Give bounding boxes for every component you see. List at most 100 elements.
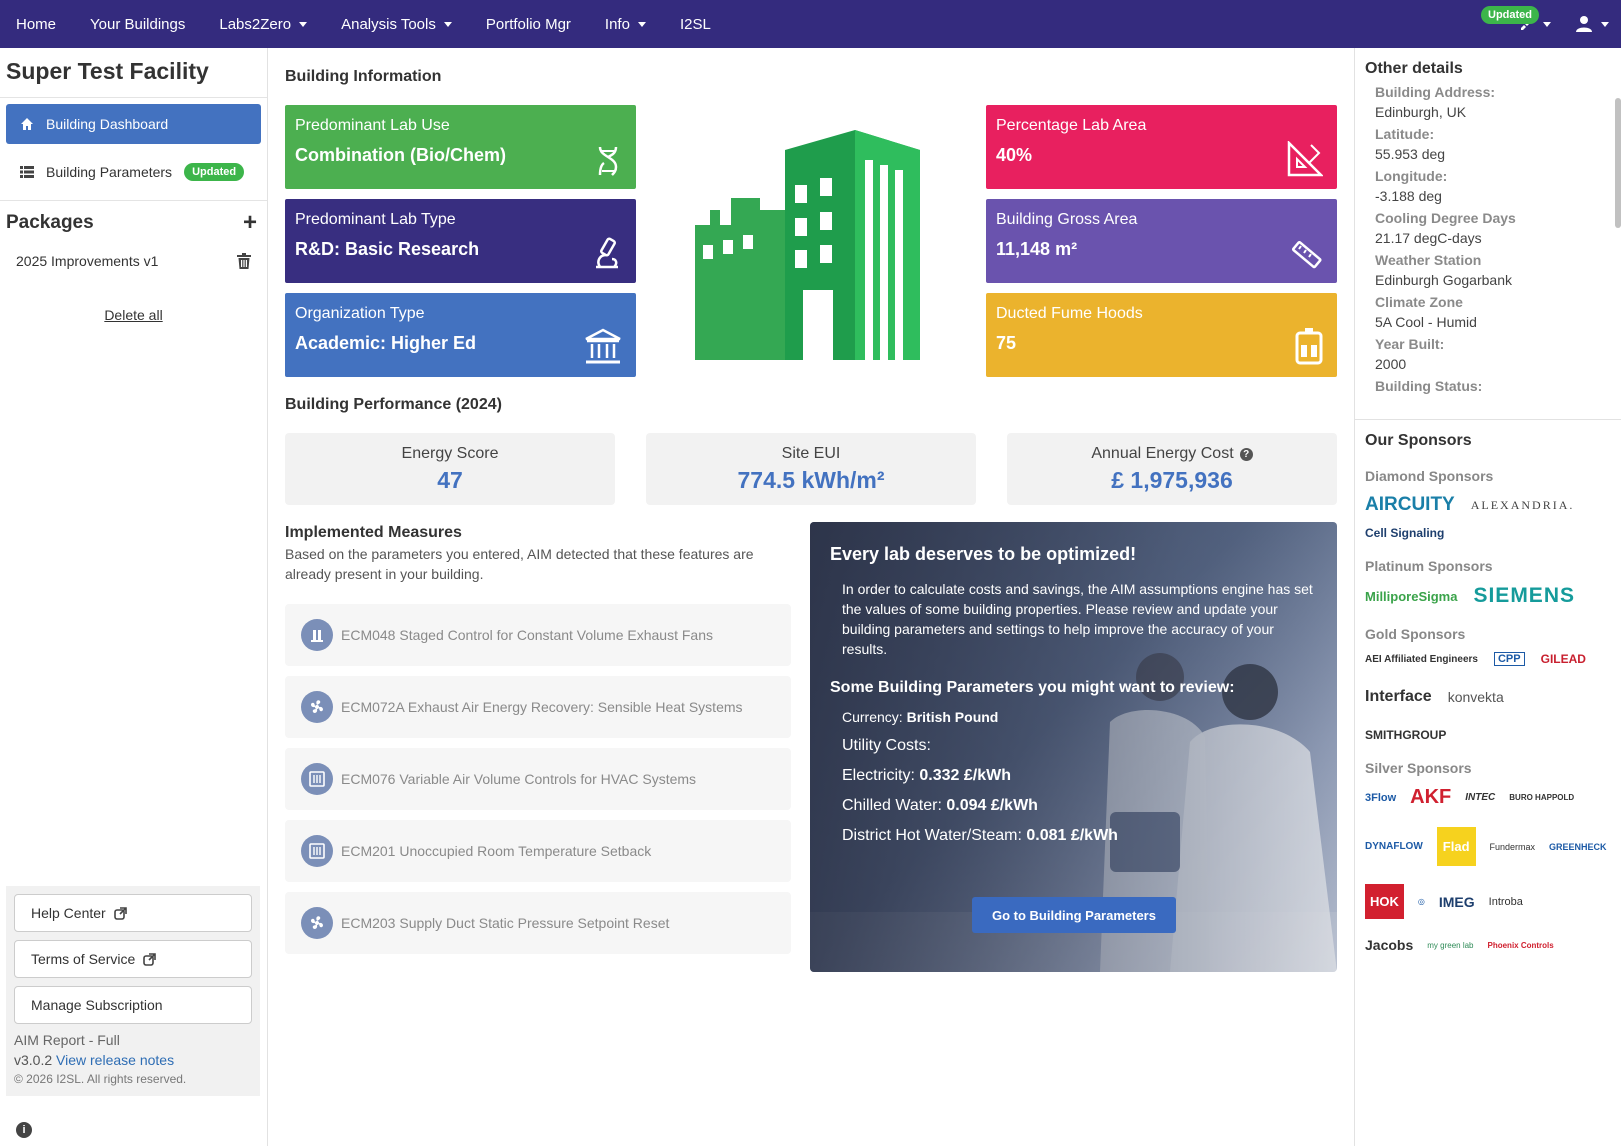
annual-cost-box: Annual Energy Cost ? £ 1,975,936 xyxy=(1007,433,1337,505)
akf-logo[interactable]: AKF xyxy=(1410,786,1451,809)
help-icon[interactable]: ? xyxy=(1239,447,1253,461)
nav-info[interactable]: Info xyxy=(588,0,663,48)
cell-signaling-logo[interactable]: Cell Signaling xyxy=(1365,526,1444,540)
flad-logo[interactable]: Flad xyxy=(1436,827,1476,866)
sidebar-item-label: Building Dashboard xyxy=(46,116,169,132)
add-package-icon[interactable]: + xyxy=(243,209,261,237)
alexandria-logo[interactable]: ALEXANDRIA. xyxy=(1471,498,1575,513)
annual-cost-value: £ 1,975,936 xyxy=(1111,467,1233,493)
performance-title: Building Performance (2024) xyxy=(285,396,502,413)
nav-home[interactable]: Home xyxy=(0,0,73,48)
measure-item[interactable]: ECM048 Staged Control for Constant Volum… xyxy=(285,604,791,666)
detail-label: Building Address: xyxy=(1375,84,1496,100)
copyright: © 2026 I2SL. All rights reserved. xyxy=(14,1072,187,1086)
card-label: Organization Type xyxy=(295,305,425,322)
detail-value: 5A Cool - Humid xyxy=(1375,314,1477,330)
phoenix-small-logo[interactable]: ◎ xyxy=(1418,897,1425,906)
currency-label: Currency: xyxy=(842,709,903,725)
info-icon[interactable]: i xyxy=(16,1122,32,1138)
detail-item: Weather Station Edinburgh Gogarbank xyxy=(1365,252,1611,288)
card-value: Academic: Higher Ed xyxy=(295,333,477,353)
phoenix-controls-logo[interactable]: Phoenix Controls xyxy=(1488,941,1554,950)
gilead-logo[interactable]: GILEAD xyxy=(1541,652,1586,666)
measure-item[interactable]: ECM203 Supply Duct Static Pressure Setpo… xyxy=(285,892,791,954)
aei-logo[interactable]: AEI Affiliated Engineers xyxy=(1365,654,1478,665)
interface-logo[interactable]: Interface xyxy=(1365,688,1432,706)
delete-all-link[interactable]: Delete all xyxy=(0,307,267,323)
measure-item[interactable]: ECM076 Variable Air Volume Controls for … xyxy=(285,748,791,810)
manage-subscription-button[interactable]: Manage Subscription xyxy=(14,986,252,1024)
introba-logo[interactable]: Introba xyxy=(1489,896,1523,908)
siemens-logo[interactable]: SIEMENS xyxy=(1473,584,1575,608)
site-eui-label: Site EUI xyxy=(781,445,841,462)
detail-label: Longitude: xyxy=(1375,168,1448,184)
nav-i2sl[interactable]: I2SL xyxy=(663,0,728,48)
help-center-label: Help Center xyxy=(31,905,106,921)
cpp-logo[interactable]: CPP xyxy=(1493,652,1525,666)
terms-of-service-button[interactable]: Terms of Service xyxy=(14,940,252,978)
sidebar-footer: Help Center Terms of Service Manage Subs… xyxy=(6,886,260,1096)
fundermax-logo[interactable]: Fundermax xyxy=(1490,842,1536,852)
detail-value: 2000 xyxy=(1375,356,1407,372)
imeg-logo[interactable]: IMEG xyxy=(1439,894,1475,910)
building-illustration xyxy=(695,130,920,360)
chilled-water-row: Chilled Water: 0.094 £/kWh xyxy=(830,797,1320,815)
drafting-icon xyxy=(1287,141,1323,177)
greenheck-logo[interactable]: GREENHECK xyxy=(1549,842,1607,852)
aircuity-logo[interactable]: AIRCUITY xyxy=(1365,494,1455,516)
help-center-button[interactable]: Help Center xyxy=(14,894,252,932)
chevron-down-icon xyxy=(299,21,308,27)
intec-logo[interactable]: INTEC xyxy=(1465,792,1495,803)
sidebar-item-parameters[interactable]: Building Parameters Updated xyxy=(6,152,261,192)
promo-content: Every lab deserves to be optimized! In o… xyxy=(830,544,1320,845)
details-scrollbar[interactable] xyxy=(1615,98,1621,228)
version-line: v3.0.2 View release notes xyxy=(14,1052,252,1068)
nav-labs2zero-label: Labs2Zero xyxy=(219,15,292,33)
platinum-logos: MilliporeSigma SIEMENS xyxy=(1365,584,1611,608)
card-label: Predominant Lab Use xyxy=(295,117,450,134)
card-label: Percentage Lab Area xyxy=(996,117,1147,134)
detail-label: Climate Zone xyxy=(1375,294,1463,310)
nav-labs2zero[interactable]: Labs2Zero xyxy=(202,0,324,48)
fume-hood-icon xyxy=(1295,328,1323,365)
trash-icon[interactable] xyxy=(237,253,251,269)
package-item[interactable]: 2025 Improvements v1 xyxy=(0,245,267,277)
gold-tier-label: Gold Sponsors xyxy=(1365,626,1466,642)
promo-title: Every lab deserves to be optimized! xyxy=(830,544,1137,564)
dynaflow-logo[interactable]: DYNAFLOW xyxy=(1365,841,1423,852)
konvekta-logo[interactable]: konvekta xyxy=(1448,689,1504,705)
gold-logos-row2: Interface konvekta xyxy=(1365,688,1611,706)
release-notes-link[interactable]: View release notes xyxy=(56,1052,174,1068)
threeflow-logo[interactable]: 3Flow xyxy=(1365,792,1396,804)
annual-cost-label-wrap: Annual Energy Cost ? xyxy=(1007,445,1337,463)
nav-your-buildings-label: Your Buildings xyxy=(90,15,186,33)
detail-value: -3.188 deg xyxy=(1375,188,1442,204)
jacobs-logo[interactable]: Jacobs xyxy=(1365,937,1413,953)
external-link-icon xyxy=(113,906,127,920)
go-to-parameters-button[interactable]: Go to Building Parameters xyxy=(972,897,1176,933)
fume-hoods-card: Ducted Fume Hoods 75 xyxy=(986,293,1337,377)
tools-menu[interactable]: Updated xyxy=(1481,0,1563,48)
mygreenlab-logo[interactable]: my green lab xyxy=(1427,941,1473,950)
district-value: 0.081 £/kWh xyxy=(1026,827,1118,844)
detail-value: 55.953 deg xyxy=(1375,146,1446,162)
annual-cost-label: Annual Energy Cost xyxy=(1091,445,1234,462)
detail-label: Weather Station xyxy=(1375,252,1482,268)
card-value: 40% xyxy=(996,145,1033,165)
lab-type-card: Predominant Lab Type R&D: Basic Research xyxy=(285,199,636,283)
institution-icon xyxy=(585,328,621,364)
smithgroup-logo[interactable]: SMITHGROUP xyxy=(1365,728,1446,742)
sidebar-item-dashboard[interactable]: Building Dashboard xyxy=(6,104,261,144)
nav-your-buildings[interactable]: Your Buildings xyxy=(73,0,202,48)
nav-portfolio-mgr[interactable]: Portfolio Mgr xyxy=(469,0,588,48)
user-menu[interactable] xyxy=(1563,0,1621,48)
chevron-down-icon xyxy=(1543,21,1551,27)
nav-analysis-tools[interactable]: Analysis Tools xyxy=(324,0,469,48)
detail-item: Building Address: Edinburgh, UK xyxy=(1365,84,1611,120)
exhaust-fan-icon xyxy=(301,619,333,651)
measure-item[interactable]: ECM201 Unoccupied Room Temperature Setba… xyxy=(285,820,791,882)
buro-happold-logo[interactable]: BURO HAPPOLD xyxy=(1509,793,1574,802)
millipore-logo[interactable]: MilliporeSigma xyxy=(1365,589,1457,604)
hok-logo[interactable]: HOK xyxy=(1365,884,1404,919)
measure-item[interactable]: ECM072A Exhaust Air Energy Recovery: Sen… xyxy=(285,676,791,738)
